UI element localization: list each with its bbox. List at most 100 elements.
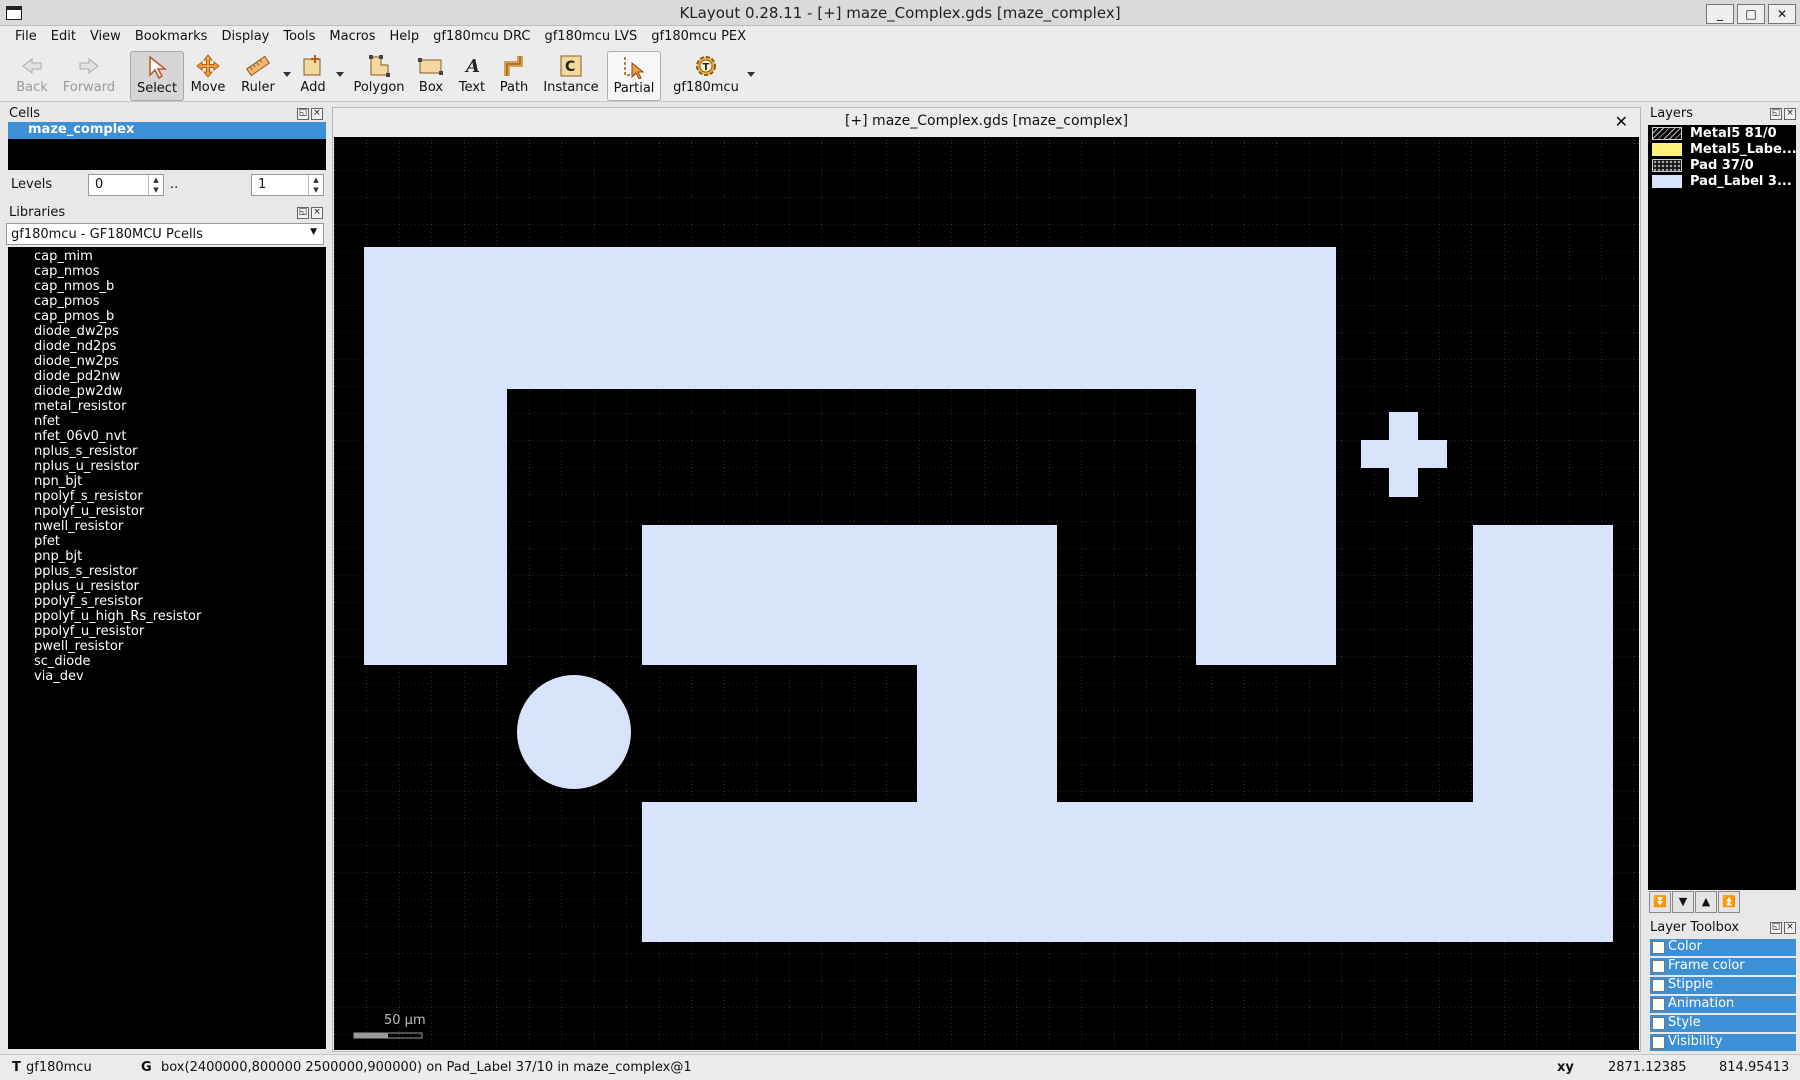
library-cell-item[interactable]: diode_nd2ps [34, 339, 116, 354]
library-cell-item[interactable]: ppolyf_u_high_Rs_resistor [34, 609, 201, 624]
move-layer-top-button[interactable]: ⏫ [1718, 891, 1740, 913]
add-dropdown-arrow[interactable] [336, 72, 344, 77]
layer-row-metal5[interactable]: Metal5 81/0 [1648, 126, 1796, 142]
maximize-button[interactable]: □ [1737, 4, 1765, 24]
float-icon[interactable]: ◱ [297, 207, 309, 219]
close-tab-icon[interactable]: ✕ [1615, 112, 1628, 131]
float-icon[interactable]: ◱ [1770, 108, 1782, 120]
library-cell-item[interactable]: metal_resistor [34, 399, 126, 414]
library-cell-item[interactable]: sc_diode [34, 654, 91, 669]
library-cell-item[interactable]: diode_pd2nw [34, 369, 120, 384]
float-icon[interactable]: ◱ [1770, 922, 1782, 934]
layer-toolbox-animation[interactable]: Animation [1650, 996, 1796, 1013]
library-cell-item[interactable]: nplus_u_resistor [34, 459, 139, 474]
library-cell-item[interactable]: npolyf_s_resistor [34, 489, 143, 504]
library-cell-item[interactable]: pplus_u_resistor [34, 579, 139, 594]
menu-lvs[interactable]: gf180mcu LVS [537, 26, 644, 44]
layout-canvas[interactable]: 50 µm [334, 137, 1639, 1050]
library-cell-item[interactable]: pwell_resistor [34, 639, 123, 654]
add-button[interactable]: Add [296, 51, 330, 99]
layer-row-pad-label[interactable]: Pad_Label 3... [1648, 174, 1796, 190]
cell-item-maze-complex[interactable]: maze_complex [8, 122, 326, 139]
expand-checkbox[interactable] [1652, 1017, 1665, 1030]
library-cell-item[interactable]: npolyf_u_resistor [34, 504, 144, 519]
cells-panel-buttons[interactable]: ◱ × [295, 108, 323, 120]
layer-row-pad[interactable]: Pad 37/0 [1648, 158, 1796, 174]
menu-bookmarks[interactable]: Bookmarks [128, 26, 215, 44]
library-cell-item[interactable]: npn_bjt [34, 474, 82, 489]
library-cell-item[interactable]: diode_dw2ps [34, 324, 119, 339]
library-cell-item[interactable]: pnp_bjt [34, 549, 82, 564]
close-icon[interactable]: × [1784, 922, 1796, 934]
text-button[interactable]: A Text [455, 51, 489, 99]
layer-toolbox-style[interactable]: Style [1650, 1015, 1796, 1032]
ruler-dropdown-arrow[interactable] [283, 72, 291, 77]
float-icon[interactable]: ◱ [297, 108, 309, 120]
levels-to-spinbox[interactable]: 1 ▲ ▼ [251, 174, 324, 196]
circle-shape[interactable] [517, 675, 631, 789]
library-cell-item[interactable]: ppolyf_u_resistor [34, 624, 144, 639]
layer-toolbox-color[interactable]: Color [1650, 939, 1796, 956]
layout-drawing[interactable]: 50 µm [334, 137, 1639, 1050]
menu-drc[interactable]: gf180mcu DRC [426, 26, 537, 44]
gf180mcu-dropdown-arrow[interactable] [747, 72, 755, 77]
library-cell-item[interactable]: nwell_resistor [34, 519, 123, 534]
library-cell-item[interactable]: cap_pmos [34, 294, 100, 309]
library-cell-item[interactable]: cap_nmos_b [34, 279, 114, 294]
expand-checkbox[interactable] [1652, 998, 1665, 1011]
ruler-button[interactable]: Ruler [236, 51, 280, 99]
expand-checkbox[interactable] [1652, 979, 1665, 992]
forward-button[interactable]: Forward [58, 51, 120, 99]
menu-tools[interactable]: Tools [276, 26, 322, 44]
library-cell-item[interactable]: cap_mim [34, 249, 93, 264]
layers-panel-buttons[interactable]: ◱ × [1768, 108, 1796, 120]
menu-pex[interactable]: gf180mcu PEX [644, 26, 753, 44]
close-icon[interactable]: × [1784, 108, 1796, 120]
layer-row-metal5-label[interactable]: Metal5_Labe... [1648, 142, 1797, 158]
expand-checkbox[interactable] [1652, 1036, 1665, 1049]
library-cell-item[interactable]: ppolyf_s_resistor [34, 594, 143, 609]
close-icon[interactable]: × [311, 207, 323, 219]
library-cell-item[interactable]: diode_nw2ps [34, 354, 119, 369]
layer-toolbox-frame-color[interactable]: Frame color [1650, 958, 1796, 975]
levels-from-spinbox[interactable]: 0 ▲ ▼ [88, 174, 164, 196]
expand-checkbox[interactable] [1652, 960, 1665, 973]
library-cell-item[interactable]: cap_pmos_b [34, 309, 114, 324]
menu-view[interactable]: View [83, 26, 128, 44]
expand-checkbox[interactable] [1652, 941, 1665, 954]
menu-file[interactable]: File [0, 26, 44, 44]
polygon-button[interactable]: Polygon [352, 51, 406, 99]
partial-button[interactable]: Partial [607, 51, 661, 101]
library-cell-item[interactable]: pplus_s_resistor [34, 564, 138, 579]
library-select[interactable]: gf180mcu - GF180MCU Pcells ▼ [6, 223, 324, 245]
library-cell-item[interactable]: via_dev [34, 669, 84, 684]
spin-arrows-icon[interactable]: ▲ ▼ [148, 175, 163, 195]
cells-tree[interactable]: maze_complex [8, 122, 326, 170]
menu-macros[interactable]: Macros [322, 26, 382, 44]
instance-button[interactable]: C Instance [540, 51, 602, 99]
minimize-button[interactable]: _ [1706, 4, 1734, 24]
box-button[interactable]: Box [414, 51, 448, 99]
move-layer-bottom-button[interactable]: ⏬ [1649, 891, 1671, 913]
library-cell-list[interactable]: cap_mim cap_nmos cap_nmos_b cap_pmos cap_pmo… [8, 247, 326, 1049]
library-cell-item[interactable]: nfet_06v0_nvt [34, 429, 126, 444]
menu-display[interactable]: Display [214, 26, 276, 44]
menu-edit[interactable]: Edit [44, 26, 83, 44]
layout-tab[interactable]: [+] maze_Complex.gds [maze_complex] ✕ [333, 108, 1640, 136]
back-button[interactable]: Back [12, 51, 52, 99]
library-cell-item[interactable]: diode_pw2dw [34, 384, 123, 399]
library-cell-item[interactable]: cap_nmos [34, 264, 100, 279]
close-icon[interactable]: × [311, 108, 323, 120]
library-cell-item[interactable]: nfet [34, 414, 60, 429]
layer-list[interactable]: Metal5 81/0 Metal5_Labe... Pad 37/0 Pad_… [1648, 125, 1797, 890]
path-button[interactable]: Path [496, 51, 532, 99]
layer-toolbox-buttons[interactable]: ◱ × [1768, 922, 1796, 934]
move-button[interactable]: Move [188, 51, 228, 99]
library-cell-item[interactable]: pfet [34, 534, 60, 549]
move-layer-up-button[interactable]: ▲ [1695, 891, 1717, 913]
menu-help[interactable]: Help [383, 26, 427, 44]
spin-arrows-icon[interactable]: ▲ ▼ [308, 175, 323, 195]
gf180mcu-button[interactable]: T gf180mcu [672, 51, 740, 99]
layer-toolbox-stipple[interactable]: Stipple [1650, 977, 1796, 994]
select-button[interactable]: Select [130, 51, 184, 101]
